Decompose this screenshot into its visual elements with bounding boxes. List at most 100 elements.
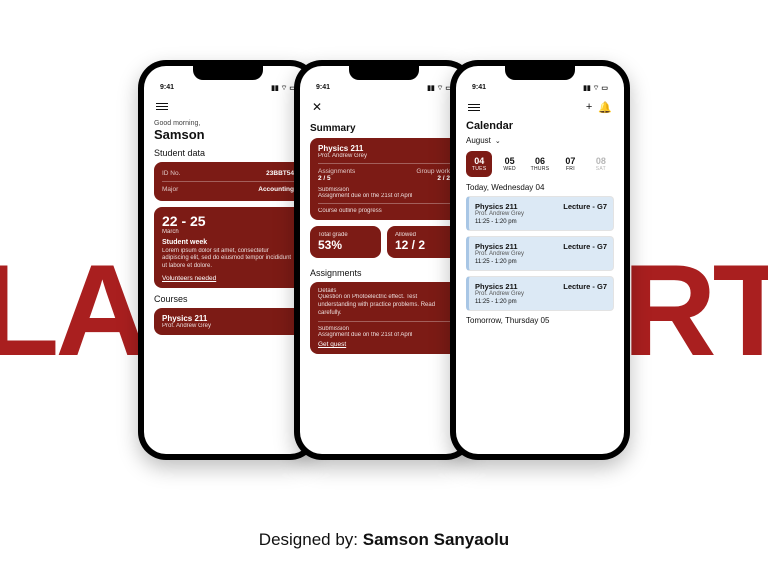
grade-value: 53%: [318, 238, 373, 252]
date-number: 04: [467, 156, 491, 166]
menu-icon[interactable]: [156, 101, 168, 112]
event-prof: Prof. Andrew Grey: [475, 211, 607, 217]
event-date-range: 22 - 25: [162, 213, 294, 229]
screen-calendar: 9:41 ▮▮⌔▭ + 🔔 Calendar August ⌄ 04TUES05…: [456, 66, 624, 454]
events-list: Physics 211Lecture - G7Prof. Andrew Grey…: [466, 196, 614, 311]
date-weekday: FRI: [558, 166, 582, 172]
date-08[interactable]: 08SAT: [588, 151, 614, 177]
event-month: March: [162, 229, 294, 235]
divider: [162, 181, 294, 182]
date-06[interactable]: 06THURS: [527, 151, 553, 177]
details-text: Question on Photoelectric effect. Test u…: [318, 294, 450, 317]
wifi-icon: ⌔: [437, 85, 444, 92]
divider: [318, 321, 450, 322]
topbar: [154, 99, 302, 118]
assignments-value: 2 / 5: [318, 175, 331, 182]
today-heading: Today, Wednesday 04: [466, 183, 614, 192]
month-label: August: [466, 136, 491, 145]
date-weekday: WED: [497, 166, 521, 172]
date-number: 07: [558, 156, 582, 166]
credit-line: Designed by: Samson Sanyaolu: [0, 530, 768, 550]
signal-icon: ▮▮: [427, 85, 435, 92]
event-title: Physics 211: [475, 202, 518, 211]
status-bar: 9:41 ▮▮⌔▭: [310, 84, 458, 99]
id-value: 23BBT54: [266, 170, 294, 177]
date-weekday: SAT: [589, 166, 613, 172]
event-time: 11:25 - 1:20 pm: [475, 299, 607, 305]
month-selector[interactable]: August ⌄: [466, 136, 614, 145]
event-title: Physics 211: [475, 282, 518, 291]
signal-icon: ▮▮: [271, 85, 279, 92]
chevron-down-icon: ⌄: [495, 137, 501, 145]
assignment-card: Details Question on Photoelectric effect…: [310, 282, 458, 354]
user-name: Samson: [154, 127, 302, 142]
section-student-data: Student data: [154, 148, 302, 158]
calendar-event[interactable]: Physics 211Lecture - G7Prof. Andrew Grey…: [466, 236, 614, 271]
allowance-value: 12 / 2: [395, 238, 450, 252]
event-title: Student week: [162, 239, 294, 246]
date-05[interactable]: 05WED: [496, 151, 522, 177]
grade-card: Total grade 53%: [310, 226, 381, 258]
date-weekday: THURS: [528, 166, 552, 172]
allowance-label: Allowed: [395, 232, 450, 238]
event-body: Lorem ipsum dolor sit amet, consectetur …: [162, 248, 294, 271]
calendar-event[interactable]: Physics 211 Lecture - G7Prof. Andrew Grey…: [466, 196, 614, 231]
course-card[interactable]: Physics 211 Prof. Andrew Grey: [154, 308, 302, 335]
date-number: 05: [497, 156, 521, 166]
add-icon[interactable]: +: [586, 101, 592, 114]
date-07[interactable]: 07FRI: [557, 151, 583, 177]
grade-label: Total grade: [318, 232, 373, 238]
course-prof: Prof. Andrew Grey: [318, 153, 450, 159]
event-prof: Prof. Andrew Grey: [475, 291, 607, 297]
credit-name: Samson Sanyaolu: [363, 530, 509, 549]
date-strip: 04TUES05WED06THURS07FRI08SAT: [466, 151, 614, 177]
bell-icon[interactable]: 🔔: [598, 101, 612, 114]
event-tag: Lecture - G7: [563, 242, 607, 251]
divider: [318, 163, 450, 164]
get-quest-link[interactable]: Get quest: [318, 341, 346, 348]
status-icons: ▮▮⌔▭: [269, 84, 296, 93]
event-tag: Lecture - G7: [563, 282, 607, 291]
id-label: ID No.: [162, 170, 180, 177]
wifi-icon: ⌔: [593, 85, 600, 92]
section-assignments: Assignments: [310, 268, 458, 278]
screen-home: 9:41 ▮▮⌔▭ Good morning, Samson Student d…: [144, 66, 312, 454]
phone-notch: [193, 66, 263, 80]
phone-notch: [505, 66, 575, 80]
submission2-text: Assignment due on the 21st of April: [318, 332, 450, 338]
date-04[interactable]: 04TUES: [466, 151, 492, 177]
student-data-card: ID No. 23BBT54 Major Accounting: [154, 162, 302, 201]
major-value: Accounting: [258, 186, 294, 193]
date-weekday: TUES: [467, 166, 491, 172]
menu-icon[interactable]: [468, 102, 480, 113]
event-time: 11:25 - 1:20 pm: [475, 259, 607, 265]
course-title: Physics 211: [318, 144, 450, 153]
allowance-card: Allowed 12 / 2: [387, 226, 458, 258]
groupwork-label: Group work: [416, 168, 450, 175]
signal-icon: ▮▮: [583, 85, 591, 92]
event-tag: Lecture - G7: [563, 202, 607, 211]
section-courses: Courses: [154, 294, 302, 304]
summary-course-card: Physics 211 Prof. Andrew Grey Assignment…: [310, 138, 458, 220]
phone-calendar: 9:41 ▮▮⌔▭ + 🔔 Calendar August ⌄ 04TUES05…: [450, 60, 630, 460]
groupwork-value: 2 / 2: [437, 175, 450, 182]
screen-summary: 9:41 ▮▮⌔▭ ✕ Summary Physics 211 Prof. An…: [300, 66, 468, 454]
major-label: Major: [162, 186, 178, 193]
event-time: 11:25 - 1:20 pm: [475, 219, 607, 225]
course-prof: Prof. Andrew Grey: [162, 323, 294, 329]
calendar-event[interactable]: Physics 211 Lecture - G7Prof. Andrew Grey…: [466, 276, 614, 311]
status-time: 9:41: [160, 84, 174, 93]
volunteers-link[interactable]: Volunteers needed: [162, 275, 216, 282]
event-card[interactable]: 22 - 25 March Student week Lorem ipsum d…: [154, 207, 302, 288]
credit-prefix: Designed by:: [259, 530, 363, 549]
status-bar: 9:41 ▮▮⌔▭: [154, 84, 302, 99]
status-icons: ▮▮⌔▭: [581, 84, 608, 93]
course-title: Physics 211: [162, 314, 294, 323]
page-title: Calendar: [466, 120, 614, 132]
wifi-icon: ⌔: [281, 85, 288, 92]
greeting: Good morning,: [154, 120, 302, 127]
date-number: 06: [528, 156, 552, 166]
close-icon[interactable]: ✕: [312, 101, 322, 113]
topbar: ✕: [310, 99, 458, 119]
assignments-label: Assignments: [318, 168, 355, 175]
